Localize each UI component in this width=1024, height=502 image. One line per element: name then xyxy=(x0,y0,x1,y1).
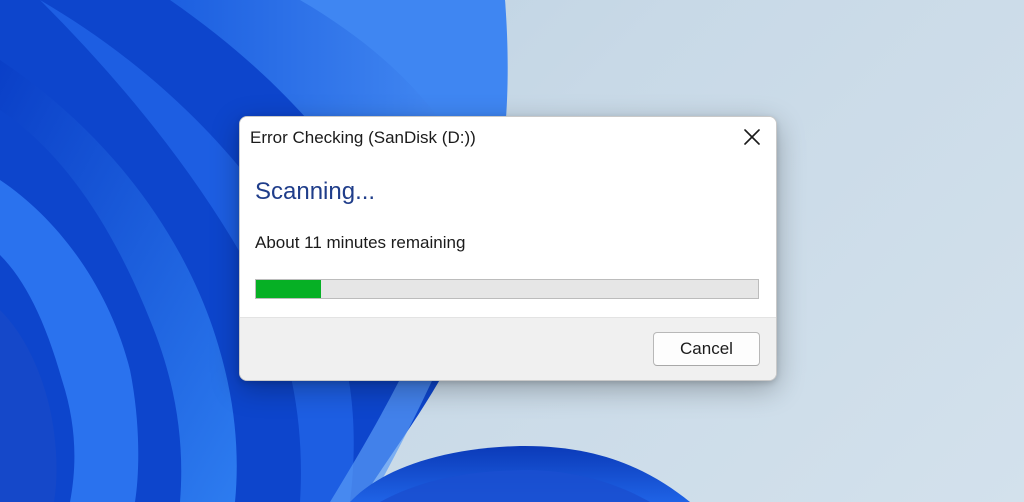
close-icon xyxy=(744,129,760,145)
scan-progress-bar xyxy=(255,279,759,299)
close-button[interactable] xyxy=(728,117,776,157)
dialog-title: Error Checking (SanDisk (D:)) xyxy=(250,128,476,147)
time-remaining-text: About 11 minutes remaining xyxy=(255,233,466,252)
dialog-titlebar[interactable]: Error Checking (SanDisk (D:)) xyxy=(240,117,776,159)
dialog-content: Scanning... About 11 minutes remaining xyxy=(240,159,776,317)
scan-heading: Scanning... xyxy=(255,178,376,205)
progress-fill xyxy=(256,280,322,298)
desktop: Error Checking (SanDisk (D:)) Scanning..… xyxy=(0,0,1024,502)
cancel-button[interactable]: Cancel xyxy=(653,332,760,366)
dialog-footer: Cancel xyxy=(240,317,776,380)
error-checking-dialog: Error Checking (SanDisk (D:)) Scanning..… xyxy=(239,116,777,381)
